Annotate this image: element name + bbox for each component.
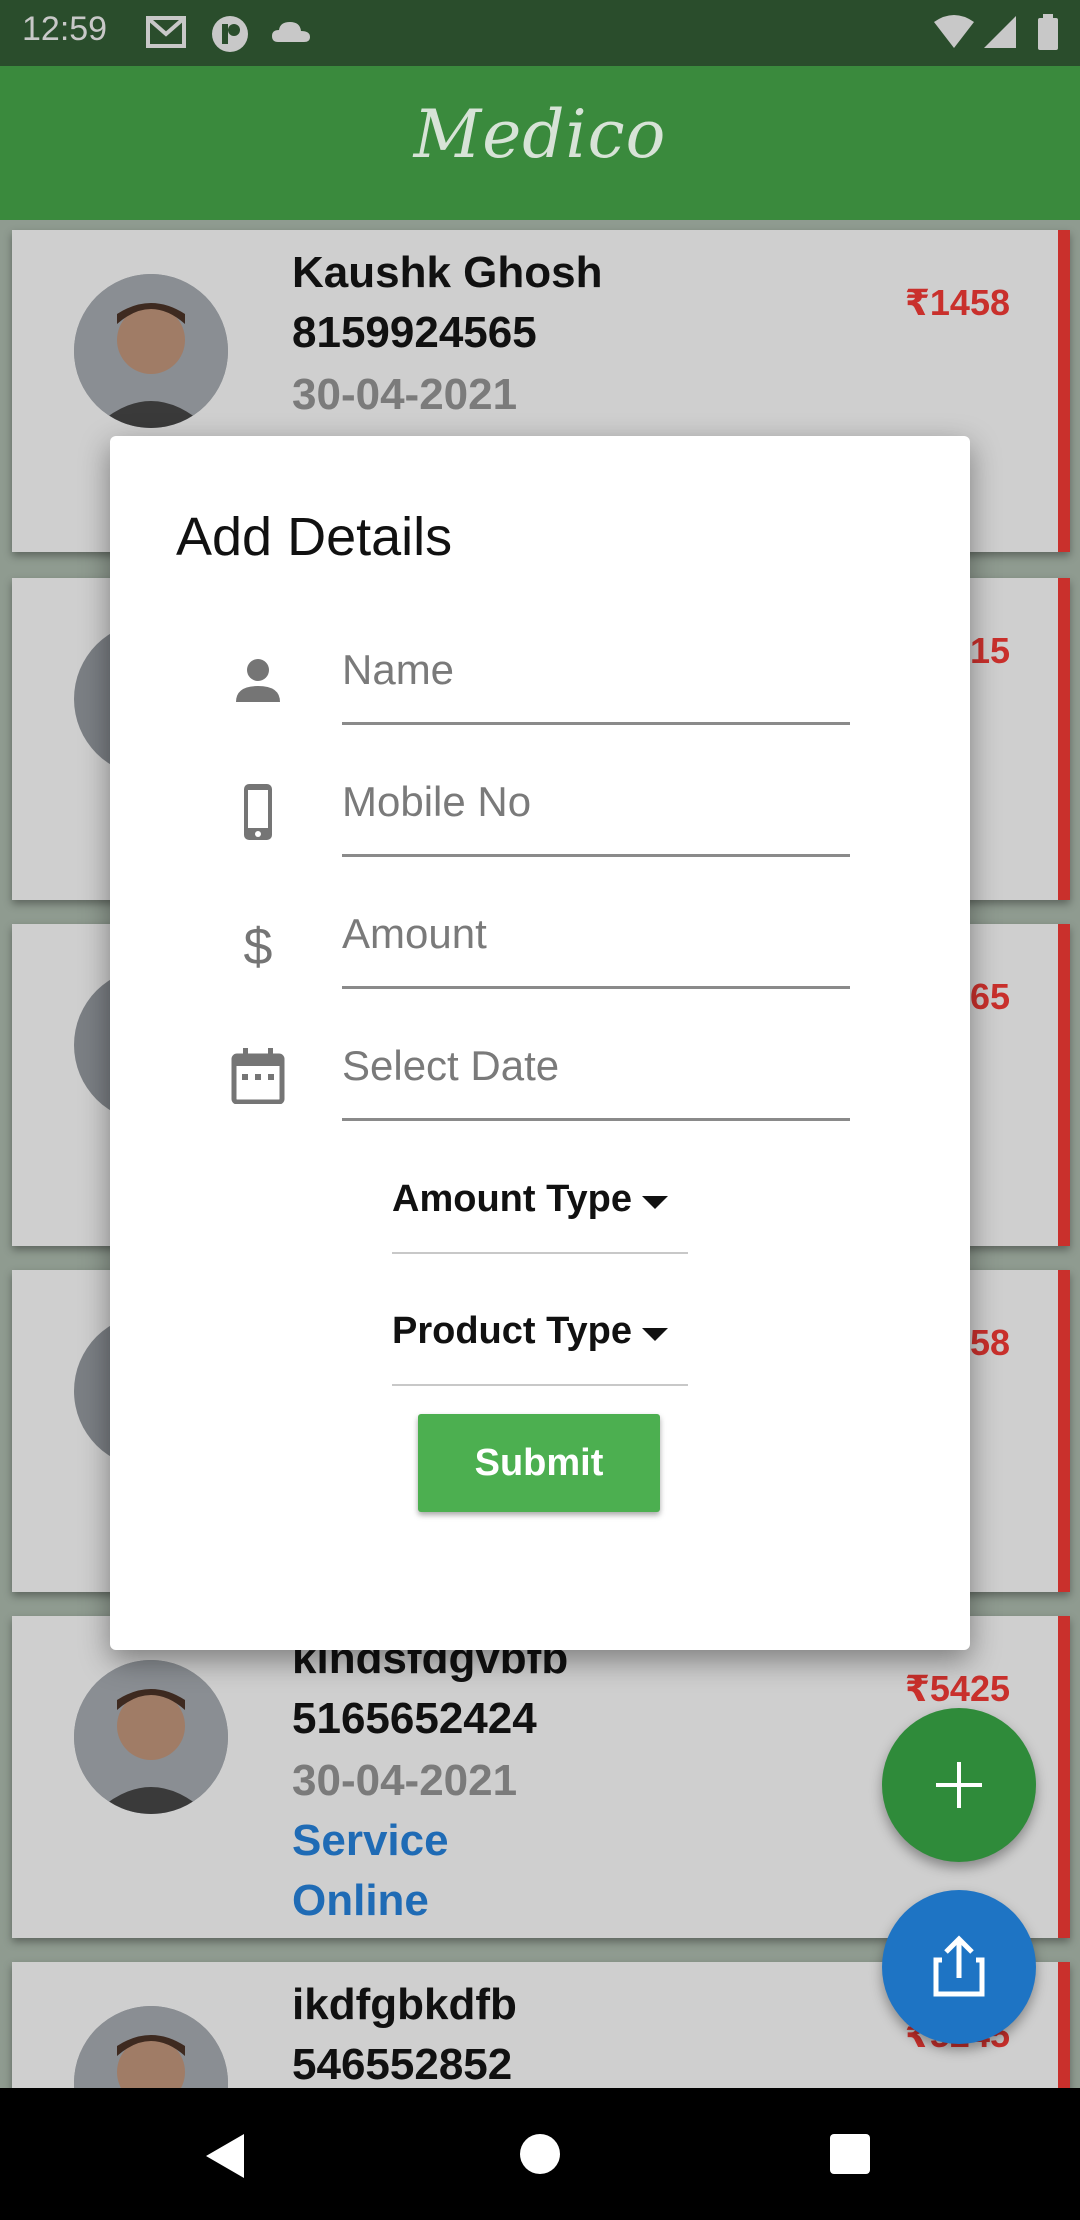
home-icon[interactable] (520, 2134, 560, 2174)
input-underline (342, 986, 850, 989)
status-bar: 12:59 (0, 0, 1080, 66)
back-icon[interactable] (206, 2134, 244, 2178)
input-underline (342, 1118, 850, 1121)
input-underline (342, 854, 850, 857)
name-field (230, 612, 850, 744)
system-nav-bar (0, 2088, 1080, 2220)
status-time: 12:59 (22, 10, 108, 48)
svg-text:$: $ (244, 918, 273, 972)
dropdown-arrow-icon (642, 1196, 668, 1209)
add-details-dialog: Add Details $ Amount Type Product Type S… (110, 436, 970, 1650)
amount-type-dropdown[interactable]: Amount Type (392, 1156, 688, 1260)
person-icon (236, 659, 280, 702)
dropdown-underline (392, 1252, 688, 1254)
mobile-field (230, 744, 850, 876)
submit-button[interactable]: Submit (418, 1414, 660, 1512)
date-field (230, 1008, 850, 1140)
amount-type-label: Amount Type (392, 1178, 632, 1220)
dialog-title: Add Details (176, 507, 453, 567)
plus-icon (936, 1762, 982, 1808)
dropdown-underline (392, 1384, 688, 1386)
amount-input[interactable] (342, 904, 850, 964)
add-fab[interactable] (882, 1708, 1036, 1862)
share-fab[interactable] (882, 1890, 1036, 2044)
amount-field: $ (230, 876, 850, 1008)
signal-icon (984, 16, 1016, 48)
app-icon (212, 16, 248, 52)
calendar-icon (231, 1048, 285, 1104)
gmail-icon (146, 16, 186, 48)
dropdown-arrow-icon (642, 1328, 668, 1341)
share-icon (933, 1935, 985, 1997)
mobile-input[interactable] (342, 772, 850, 832)
product-type-label: Product Type (392, 1310, 632, 1352)
cloud-icon (272, 22, 310, 42)
name-input[interactable] (342, 640, 850, 700)
dollar-icon: $ (244, 918, 273, 972)
smartphone-icon (244, 784, 272, 840)
product-type-dropdown[interactable]: Product Type (392, 1288, 688, 1392)
battery-icon (1038, 14, 1058, 50)
input-underline (342, 722, 850, 725)
date-input[interactable] (342, 1036, 850, 1096)
wifi-icon (934, 15, 974, 48)
recents-icon[interactable] (830, 2134, 870, 2174)
